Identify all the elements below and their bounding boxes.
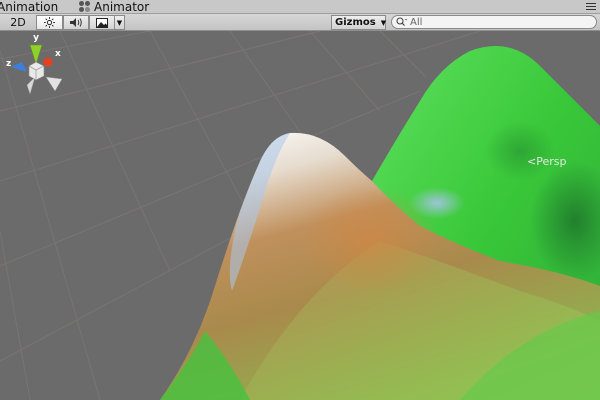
projection-toggle[interactable]: <Persp — [527, 155, 566, 168]
axis-y-label: y — [33, 33, 39, 43]
chevron-down-icon: ▼ — [380, 18, 387, 27]
2d-toggle-button[interactable]: 2D — [4, 15, 32, 30]
tab-animator-label: Animator — [94, 0, 150, 14]
tab-animation-label: Animation — [0, 0, 59, 14]
chevron-down-icon: ▼ — [116, 18, 123, 27]
terrain-scene — [0, 31, 600, 400]
audio-toggle-button[interactable] — [63, 15, 89, 30]
axis-z-cone — [11, 62, 27, 72]
search-field[interactable] — [391, 15, 597, 29]
sun-icon — [44, 17, 55, 28]
orientation-gizmo[interactable]: y x z — [0, 31, 80, 106]
gizmos-dropdown[interactable]: Gizmos ▼ — [331, 15, 386, 30]
axis-x-label: x — [55, 49, 61, 59]
animator-icon — [79, 0, 91, 13]
tab-animation[interactable]: Animation — [0, 0, 77, 14]
perspective-icon: < — [527, 155, 537, 168]
effects-toggle-button[interactable] — [89, 15, 115, 30]
tab-menu-icon[interactable] — [586, 3, 596, 12]
tab-bar: Animation Animator — [0, 0, 600, 14]
image-icon — [96, 17, 108, 28]
scene-toolbar: 2D ▼ Gizmos ▼ — [0, 14, 600, 31]
projection-label: Persp — [536, 155, 567, 168]
effects-dropdown-button[interactable]: ▼ — [114, 15, 125, 30]
search-input[interactable] — [410, 16, 580, 28]
tab-animator[interactable]: Animator — [79, 0, 155, 14]
scene-viewport[interactable]: y x z <Persp — [0, 31, 600, 400]
axis-y-cone — [29, 44, 43, 65]
lighting-toggle-button[interactable] — [36, 15, 63, 30]
2d-label: 2D — [10, 16, 26, 29]
axis-z-label: z — [6, 59, 11, 69]
speaker-icon — [70, 18, 82, 27]
search-icon — [396, 17, 407, 26]
axis-x-cone — [43, 57, 53, 67]
gizmos-label: Gizmos — [335, 17, 376, 28]
